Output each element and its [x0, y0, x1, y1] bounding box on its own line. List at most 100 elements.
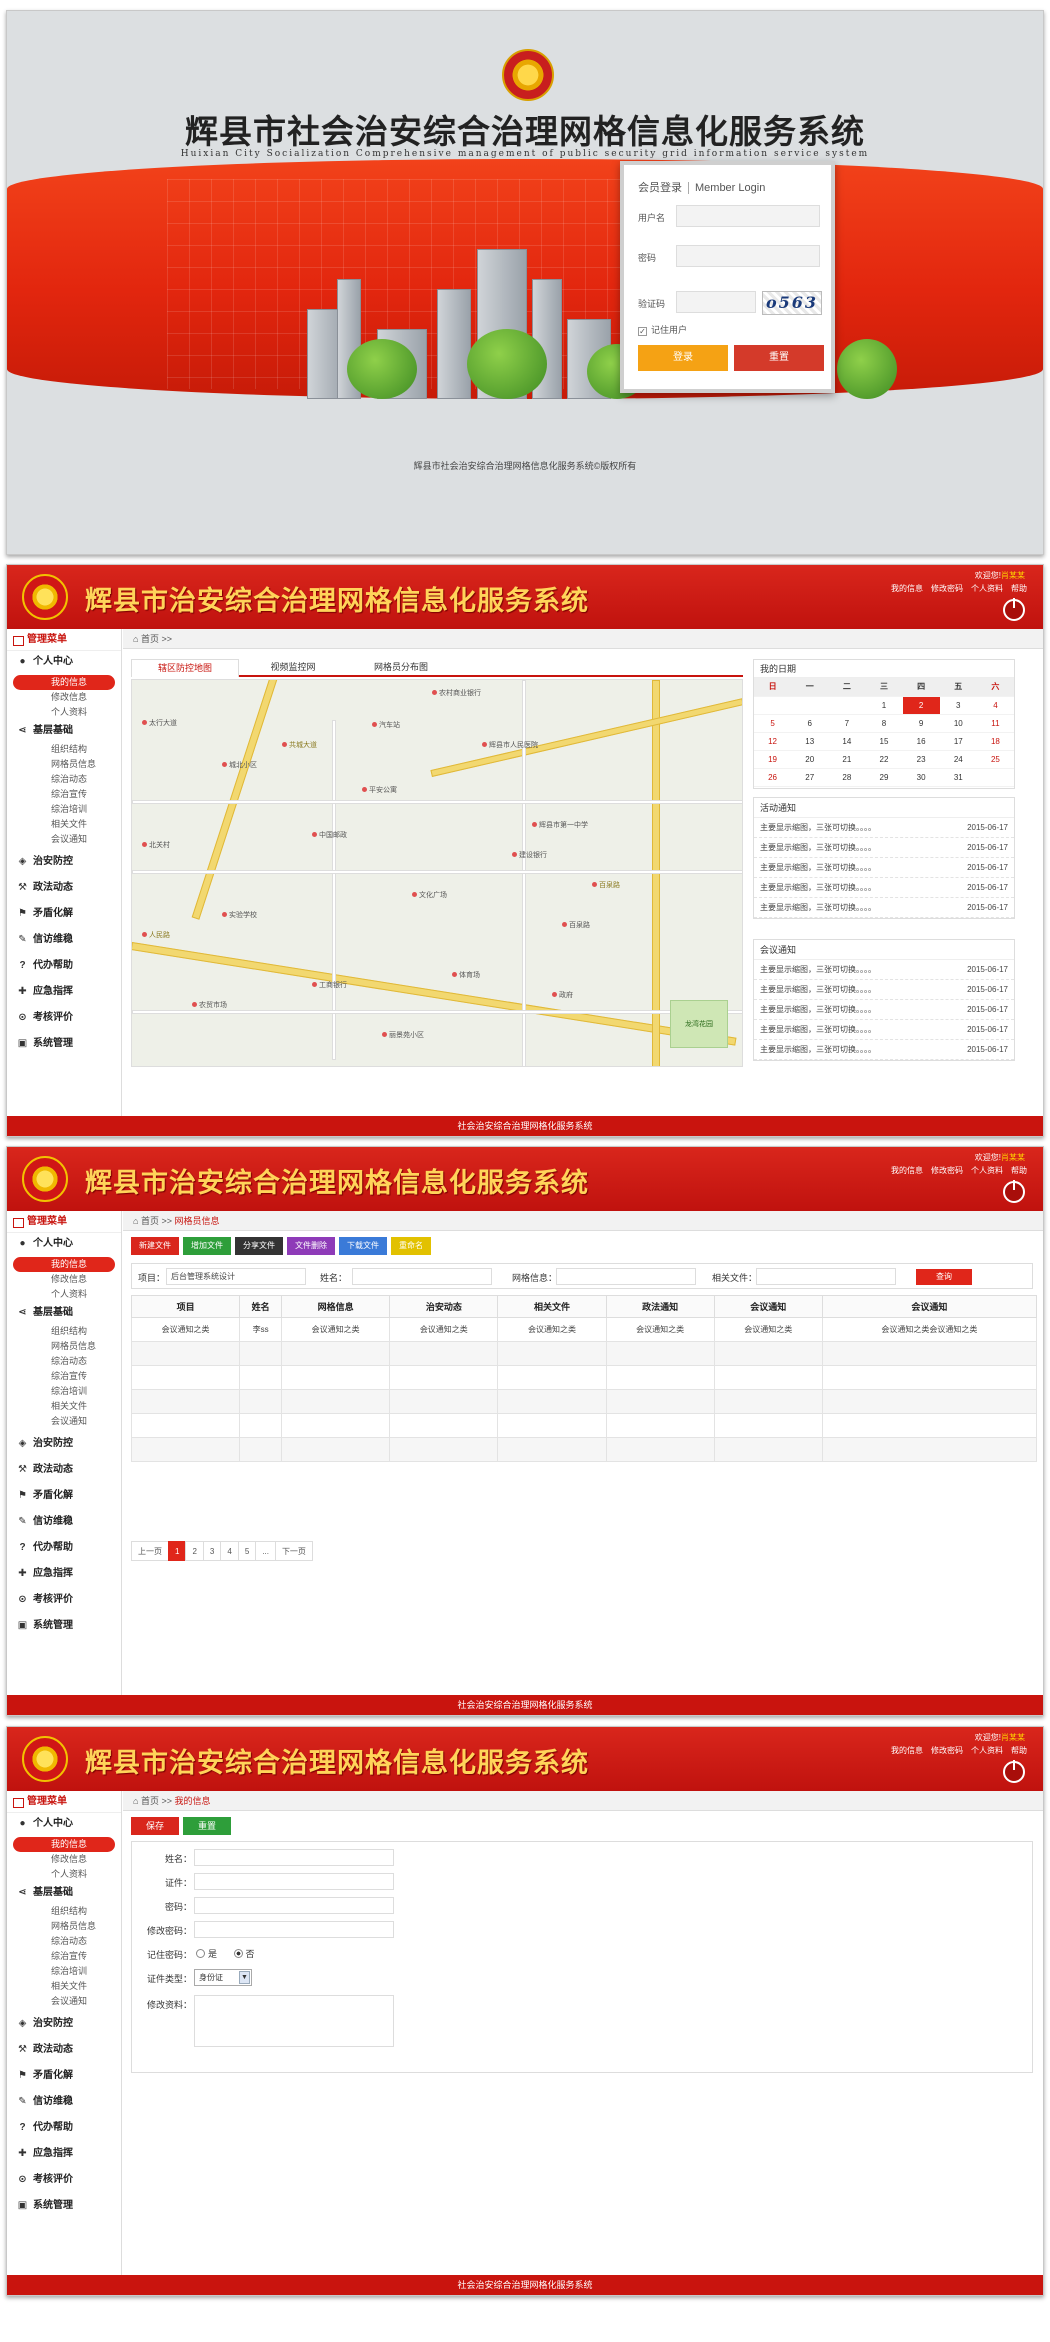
link-profile[interactable]: 个人资料: [971, 1166, 1003, 1175]
sidebar-item-profile[interactable]: 个人资料: [7, 1867, 121, 1882]
sidebar-section-emergency[interactable]: ✚ 应急指挥: [7, 981, 121, 1003]
note-textarea[interactable]: [194, 1995, 394, 2047]
calendar-day[interactable]: 24: [939, 750, 977, 769]
notice-item[interactable]: 主要显示缩图，三张可切换。。。。 2015-06-17: [754, 980, 1014, 1000]
sidebar-item-news[interactable]: 综治动态: [7, 1354, 121, 1369]
sidebar-item-org[interactable]: 组织结构: [7, 1904, 121, 1919]
sidebar-item-training[interactable]: 综治培训: [7, 1964, 121, 1979]
sidebar-section-security[interactable]: ◈ 治安防控: [7, 851, 121, 873]
calendar-day-today[interactable]: 2: [902, 696, 940, 715]
calendar-day[interactable]: 26: [754, 768, 792, 787]
page-button-current[interactable]: 1: [168, 1541, 187, 1561]
notice-item[interactable]: 主要显示缩图，三张可切换。。。。 2015-06-17: [754, 858, 1014, 878]
notice-item[interactable]: 主要显示缩图，三张可切换。。。。 2015-06-17: [754, 1040, 1014, 1060]
sidebar-item-edit-info[interactable]: 修改信息: [7, 1852, 121, 1867]
calendar-day[interactable]: 19: [754, 750, 792, 769]
id-input[interactable]: [194, 1873, 394, 1890]
calendar-day[interactable]: 25: [976, 750, 1014, 769]
new-file-button[interactable]: 新建文件: [131, 1237, 179, 1255]
link-profile[interactable]: 个人资料: [971, 584, 1003, 593]
calendar-day[interactable]: 9: [902, 714, 940, 733]
reset-button[interactable]: 重置: [734, 345, 824, 371]
calendar-day[interactable]: 14: [828, 732, 866, 751]
link-change-password[interactable]: 修改密码: [931, 1166, 963, 1175]
calendar-day[interactable]: 4: [976, 696, 1014, 715]
calendar-day[interactable]: 27: [791, 768, 829, 787]
captcha-image[interactable]: o563: [762, 291, 822, 315]
calendar-day[interactable]: 28: [828, 768, 866, 787]
username-input[interactable]: [676, 205, 820, 227]
table-row[interactable]: [130, 1413, 1038, 1438]
sidebar-item-my-info[interactable]: 我的信息: [13, 1257, 115, 1272]
notice-item[interactable]: 主要显示缩图，三张可切换。。。。 2015-06-17: [754, 1000, 1014, 1020]
breadcrumb-home[interactable]: 首页: [141, 634, 159, 644]
password-input[interactable]: [194, 1897, 394, 1914]
link-profile[interactable]: 个人资料: [971, 1746, 1003, 1755]
calendar-day[interactable]: [791, 696, 829, 715]
table-row[interactable]: [130, 1437, 1038, 1462]
rename-button[interactable]: 重命名: [391, 1237, 431, 1255]
download-file-button[interactable]: 下载文件: [339, 1237, 387, 1255]
sidebar-section-petition[interactable]: ✎ 信访维稳: [7, 2091, 121, 2113]
query-button[interactable]: 查询: [916, 1269, 972, 1285]
sidebar-section-petition[interactable]: ✎ 信访维稳: [7, 1511, 121, 1533]
id-type-select[interactable]: 身份证 ▼: [194, 1969, 252, 1986]
calendar-day[interactable]: [976, 768, 1014, 787]
sidebar-item-org[interactable]: 组织结构: [7, 742, 121, 757]
sidebar-section-help[interactable]: ? 代办帮助: [7, 2117, 121, 2139]
calendar-day[interactable]: 1: [865, 696, 903, 715]
sidebar-section-assessment[interactable]: ⊙ 考核评价: [7, 1589, 121, 1611]
name-input[interactable]: [352, 1268, 492, 1285]
notice-item[interactable]: 主要显示缩图，三张可切换。。。。 2015-06-17: [754, 818, 1014, 838]
calendar-day[interactable]: 22: [865, 750, 903, 769]
logout-power-icon[interactable]: [1003, 1760, 1025, 1783]
calendar-day[interactable]: 29: [865, 768, 903, 787]
calendar-day[interactable]: 13: [791, 732, 829, 751]
logout-power-icon[interactable]: [1003, 598, 1025, 621]
sidebar-item-files[interactable]: 相关文件: [7, 1979, 121, 1994]
calendar-day[interactable]: 31: [939, 768, 977, 787]
calendar-day[interactable]: 16: [902, 732, 940, 751]
sidebar-item-edit-info[interactable]: 修改信息: [7, 1272, 121, 1287]
delete-file-button[interactable]: 文件删除: [287, 1237, 335, 1255]
calendar-day[interactable]: 8: [865, 714, 903, 733]
sidebar-section-grassroots[interactable]: ⋖ 基层基础: [7, 1302, 121, 1324]
sidebar-section-system[interactable]: ▣ 系统管理: [7, 2195, 121, 2217]
sidebar-section-emergency[interactable]: ✚ 应急指挥: [7, 2143, 121, 2165]
sidebar-section-system[interactable]: ▣ 系统管理: [7, 1615, 121, 1637]
sidebar-item-publicity[interactable]: 综治宣传: [7, 1369, 121, 1384]
sidebar-item-my-info[interactable]: 我的信息: [13, 1837, 115, 1852]
notice-item[interactable]: 主要显示缩图，三张可切换。。。。 2015-06-17: [754, 898, 1014, 918]
link-my-info[interactable]: 我的信息: [891, 584, 923, 593]
sidebar-section-help[interactable]: ? 代办帮助: [7, 1537, 121, 1559]
sidebar-item-meeting[interactable]: 会议通知: [7, 1414, 121, 1429]
tab-area-map[interactable]: 辖区防控地图: [131, 659, 239, 677]
calendar-day[interactable]: 23: [902, 750, 940, 769]
add-file-button[interactable]: 增加文件: [183, 1237, 231, 1255]
link-my-info[interactable]: 我的信息: [891, 1166, 923, 1175]
remember-no-radio[interactable]: 否: [233, 1949, 255, 1959]
page-button[interactable]: 3: [202, 1541, 222, 1561]
table-row[interactable]: [130, 1389, 1038, 1414]
link-help[interactable]: 帮助: [1011, 1746, 1027, 1755]
link-change-password[interactable]: 修改密码: [931, 1746, 963, 1755]
sidebar-section-petition[interactable]: ✎ 信访维稳: [7, 929, 121, 951]
sidebar-item-files[interactable]: 相关文件: [7, 1399, 121, 1414]
link-my-info[interactable]: 我的信息: [891, 1746, 923, 1755]
table-row[interactable]: 会议通知之类 李ss 会议通知之类 会议通知之类 会议通知之类 会议通知之类 会议通知之类会…: [130, 1317, 1038, 1342]
calendar-day[interactable]: 11: [976, 714, 1014, 733]
sidebar-section-dispute[interactable]: ⚑ 矛盾化解: [7, 903, 121, 925]
tab-video-monitor[interactable]: 视频监控网: [239, 659, 347, 675]
password-input[interactable]: [676, 245, 820, 267]
sidebar-section-assessment[interactable]: ⊙ 考核评价: [7, 1007, 121, 1029]
sidebar-section-system[interactable]: ▣ 系统管理: [7, 1033, 121, 1055]
notice-item[interactable]: 主要显示缩图，三张可切换。。。。 2015-06-17: [754, 1020, 1014, 1040]
calendar-day[interactable]: 30: [902, 768, 940, 787]
share-file-button[interactable]: 分享文件: [235, 1237, 283, 1255]
remember-user-checkbox[interactable]: ✓ 记住用户: [638, 323, 687, 336]
tab-grid-staff-map[interactable]: 网格员分布图: [347, 659, 455, 675]
breadcrumb-home[interactable]: 首页: [141, 1216, 159, 1226]
breadcrumb-home[interactable]: 首页: [141, 1796, 159, 1806]
calendar-day[interactable]: [828, 696, 866, 715]
related-files-input[interactable]: [756, 1268, 896, 1285]
